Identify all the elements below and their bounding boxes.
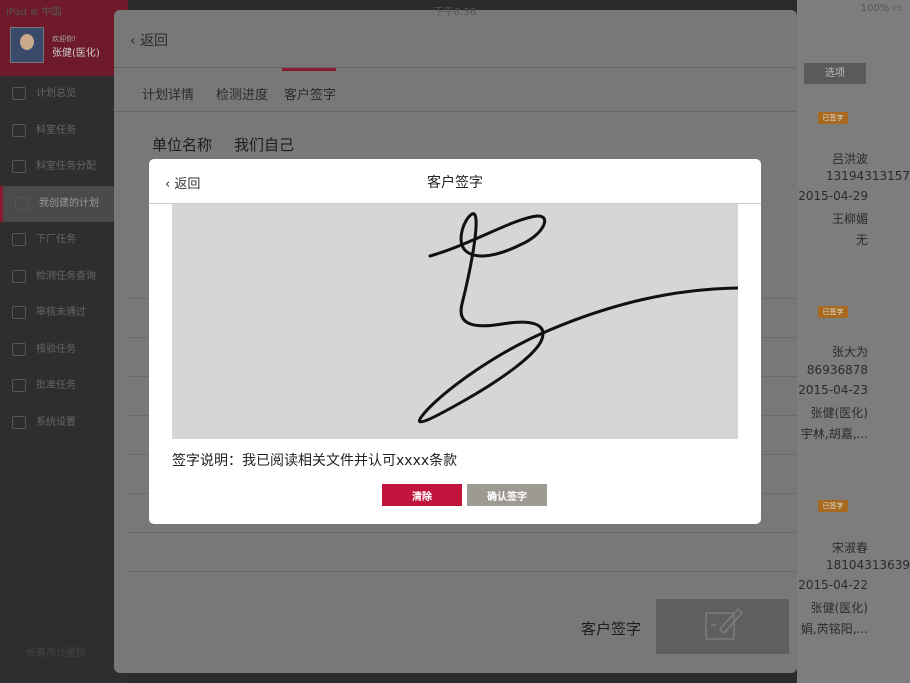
user-name: 张健(医化) xyxy=(52,48,100,59)
inbox-icon xyxy=(12,160,26,173)
sidebar-item-field-tasks[interactable]: 下厂任务 xyxy=(0,222,128,259)
card-contact: 张大为 xyxy=(831,345,868,359)
stamp-icon xyxy=(12,379,26,392)
card-members: 无 xyxy=(855,233,868,247)
signature-dialog: ‹ 返回 客户签字 签字说明：我已阅读相关文件并认可xxxx条款 清除 确认签字 xyxy=(149,159,761,524)
card-contact: 吕洪波 xyxy=(831,152,868,166)
org-name: 长春市计量院 xyxy=(26,648,86,659)
signature-button[interactable] xyxy=(656,599,789,654)
edit-icon xyxy=(15,196,29,210)
dialog-header: ‹ 返回 客户签字 xyxy=(149,159,761,204)
sidebar-item-my-plans[interactable]: 我创建的计划 xyxy=(0,185,128,222)
camera-icon xyxy=(12,233,26,246)
tab-progress[interactable]: 检测进度 xyxy=(216,84,268,103)
card-date: 2015-04-23 xyxy=(798,383,868,397)
card-contact: 宋淑春 xyxy=(831,541,868,555)
row-divider xyxy=(128,571,797,572)
sidebar-item-rejected[interactable]: 审核未通过 xyxy=(0,295,128,332)
card-creator: 张健(医化) xyxy=(810,601,868,615)
avatar[interactable] xyxy=(10,27,44,63)
modal-header: ‹ 返回 xyxy=(114,10,797,68)
upload-icon xyxy=(12,87,26,100)
signature-note: 签字说明：我已阅读相关文件并认可xxxx条款 xyxy=(172,453,458,469)
modal-tabs: 计划详情 检测进度 客户签字 xyxy=(114,68,797,112)
sidebar-item-task-assign[interactable]: 科室任务分配 xyxy=(0,149,128,186)
dialog-title: 客户签字 xyxy=(427,175,483,191)
signature-label: 客户签字 xyxy=(581,620,642,638)
status-badge: 已签字 xyxy=(818,112,848,124)
sidebar-item-settings[interactable]: 系统设置 xyxy=(0,405,128,442)
signature-pad[interactable] xyxy=(172,204,740,439)
welcome-text: 欢迎你! xyxy=(52,35,76,43)
row-divider xyxy=(128,532,797,533)
unit-name-value: 我们自己 xyxy=(234,136,295,154)
sidebar-item-task-query[interactable]: 检测任务查询 xyxy=(0,259,128,296)
status-bar: iPad ≋ 中国 下午8:56 100% ▭ xyxy=(0,0,910,18)
card-creator: 张健(医化) xyxy=(810,406,868,420)
sidebar-item-dept-tasks[interactable]: 科室任务 xyxy=(0,113,128,150)
clear-button[interactable]: 清除 xyxy=(382,484,462,506)
card-phone: 18104313639 xyxy=(826,558,910,572)
sidebar-nav: 计划总览 科室任务 科室任务分配 我创建的计划 下厂任务 检测任务查询 审核未通… xyxy=(0,76,128,441)
query-icon xyxy=(12,269,26,283)
card-members: 宇林,胡嘉,... xyxy=(800,427,868,441)
sign-edit-icon xyxy=(705,607,744,640)
wallet-icon xyxy=(12,123,26,137)
sidebar-item-approve[interactable]: 批准任务 xyxy=(0,368,128,405)
card-members: 娟,芮铭阳,... xyxy=(800,622,868,636)
return-icon xyxy=(12,306,26,319)
unit-name-label: 单位名称 xyxy=(152,136,213,154)
clock: 下午8:56 xyxy=(433,7,477,18)
modal-back-button[interactable]: ‹ 返回 xyxy=(130,30,168,50)
info-icon xyxy=(12,342,26,356)
card-phone: 86936878 xyxy=(806,363,868,377)
tab-signature[interactable]: 客户签字 xyxy=(281,68,337,103)
status-badge: 已签字 xyxy=(818,306,848,318)
sidebar-item-verify[interactable]: 核验任务 xyxy=(0,332,128,369)
card-date: 2015-04-22 xyxy=(798,578,868,592)
options-button[interactable]: 选项 xyxy=(804,63,866,84)
card-date: 2015-04-29 xyxy=(798,189,868,203)
tab-plan-details[interactable]: 计划详情 xyxy=(142,84,194,103)
sidebar-item-plan-overview[interactable]: 计划总览 xyxy=(0,76,128,113)
plan-list-panel: 选项 已签字 吕洪波 13194313157 2015-04-29 王柳媚 无 … xyxy=(797,0,910,683)
card-phone: 13194313157 xyxy=(826,169,910,183)
chevron-left-icon: ‹ xyxy=(130,33,136,49)
battery-label: 100% ▭ xyxy=(860,3,902,14)
sidebar: 欢迎你! 张健(医化) 计划总览 科室任务 科室任务分配 我创建的计划 下厂任务… xyxy=(0,0,128,683)
signature-stroke xyxy=(418,212,740,424)
card-creator: 王柳媚 xyxy=(831,212,868,226)
status-badge: 已签字 xyxy=(818,500,848,512)
confirm-signature-button[interactable]: 确认签字 xyxy=(467,484,547,506)
gear-icon xyxy=(12,415,26,429)
battery-icon: ▭ xyxy=(892,3,902,14)
